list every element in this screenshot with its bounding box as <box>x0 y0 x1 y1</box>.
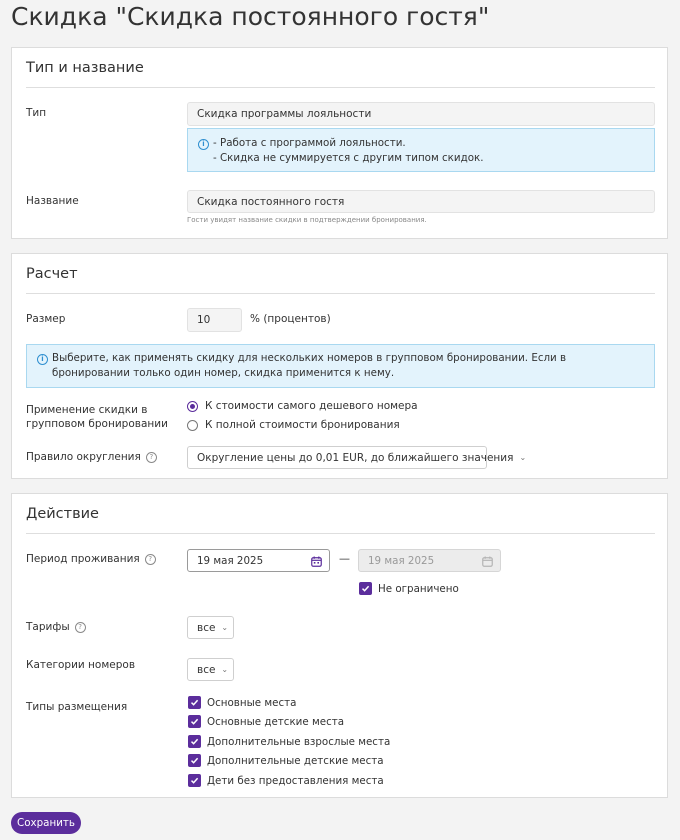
page-title: Скидка "Скидка постоянного гостя" <box>11 2 490 31</box>
divider <box>26 533 655 534</box>
info-icon: i <box>198 139 209 150</box>
checkbox-main-child-places[interactable]: Основные детские места <box>188 715 344 728</box>
checkbox-label: Дополнительные взрослые места <box>207 735 391 748</box>
radio-button-checked[interactable] <box>187 400 198 412</box>
radio-cheapest-room[interactable]: К стоимости самого дешевого номера <box>187 400 418 412</box>
date-separator: — <box>339 552 350 565</box>
type-name-card: Тип и название Тип Скидка программы лоял… <box>11 47 668 239</box>
room-categories-value: все <box>197 663 216 676</box>
name-input[interactable]: Скидка постоянного гостя <box>187 190 655 213</box>
unlimited-label: Не ограничено <box>378 582 459 595</box>
chevron-down-icon: ⌄ <box>519 453 527 462</box>
radio-label: К полной стоимости бронирования <box>205 419 400 431</box>
checkbox-checked[interactable] <box>188 774 201 787</box>
group-info-text: Выберите, как применять скидку для неско… <box>52 352 567 379</box>
help-icon[interactable]: ? <box>74 622 86 633</box>
name-hint: Гости увидят название скидки в подтвержд… <box>187 216 427 224</box>
check-icon <box>190 718 199 725</box>
size-unit: % (процентов) <box>250 313 331 325</box>
accommodation-types-label: Типы размещения <box>26 701 128 713</box>
checkbox-label: Дополнительные детские места <box>207 754 384 767</box>
unlimited-checkbox[interactable]: Не ограничено <box>359 582 459 595</box>
divider <box>26 87 655 88</box>
type-info-box: i - Работа с программой лояльности. - Ск… <box>187 128 655 172</box>
info-line-2: - Скидка не суммируется с другим типом с… <box>213 152 484 164</box>
rounding-select[interactable]: Округление цены до 0,01 EUR, до ближайше… <box>187 446 526 469</box>
type-field: Скидка программы лояльности <box>187 102 655 126</box>
stay-period-label-text: Период проживания <box>26 553 140 565</box>
save-button[interactable]: Сохранить <box>11 812 81 834</box>
checkbox-label: Основные места <box>207 696 297 709</box>
rounding-value: Округление цены до 0,01 EUR, до ближайше… <box>197 451 514 464</box>
chevron-down-icon: ⌄ <box>221 623 229 632</box>
tariffs-select[interactable]: все ⌄ <box>187 616 234 639</box>
checkbox-extra-child-places[interactable]: Дополнительные детские места <box>188 754 384 767</box>
help-icon[interactable]: ? <box>144 554 156 565</box>
tariffs-label: Тарифы? <box>26 620 86 634</box>
chevron-down-icon: ⌄ <box>221 665 229 674</box>
rounding-label-text: Правило округления <box>26 451 141 463</box>
check-icon <box>190 777 199 784</box>
calendar-icon <box>482 556 493 567</box>
date-from-input[interactable]: 19 мая 2025 <box>187 549 330 572</box>
checkbox-checked[interactable] <box>359 582 372 595</box>
check-icon <box>190 757 199 764</box>
checkbox-label: Дети без предоставления места <box>207 774 384 787</box>
type-label: Тип <box>26 107 47 119</box>
rounding-label: Правило округления? <box>26 450 157 464</box>
room-categories-label: Категории номеров <box>26 659 136 671</box>
divider <box>26 293 655 294</box>
check-icon <box>190 699 199 706</box>
radio-button[interactable] <box>187 419 198 431</box>
action-card: Действие Период проживания? 19 мая 2025 … <box>11 493 668 798</box>
check-icon <box>190 738 199 745</box>
group-application-label: Применение скидки в групповом бронирован… <box>26 404 168 430</box>
type-value: Скидка программы лояльности <box>197 108 372 120</box>
group-info-box: i Выберите, как применять скидку для нес… <box>26 344 655 388</box>
name-label: Название <box>26 195 79 207</box>
card-title-action: Действие <box>26 506 99 522</box>
date-from-value: 19 мая 2025 <box>197 554 264 567</box>
checkbox-checked[interactable] <box>188 715 201 728</box>
card-title-type-name: Тип и название <box>26 60 144 76</box>
check-icon <box>361 585 370 592</box>
info-line-1: - Работа с программой лояльности. <box>213 137 406 149</box>
radio-full-booking[interactable]: К полной стоимости бронирования <box>187 419 400 431</box>
size-value: 10 <box>197 314 211 326</box>
calculation-card: Расчет Размер 10 % (процентов) i Выберит… <box>11 253 668 479</box>
checkbox-extra-adult-places[interactable]: Дополнительные взрослые места <box>188 735 390 748</box>
date-to-input: 19 мая 2025 <box>358 549 501 572</box>
card-title-calculation: Расчет <box>26 266 78 282</box>
checkbox-checked[interactable] <box>188 735 201 748</box>
name-value: Скидка постоянного гостя <box>197 195 345 208</box>
calendar-icon <box>311 556 322 567</box>
checkbox-checked[interactable] <box>188 754 201 767</box>
tariffs-label-text: Тарифы <box>26 621 70 633</box>
checkbox-children-no-place[interactable]: Дети без предоставления места <box>188 774 384 787</box>
size-input[interactable]: 10 <box>187 308 242 332</box>
info-icon: i <box>37 354 48 365</box>
checkbox-label: Основные детские места <box>207 715 345 728</box>
radio-label: К стоимости самого дешевого номера <box>205 400 418 412</box>
tariffs-value: все <box>197 621 216 634</box>
checkbox-checked[interactable] <box>188 696 201 709</box>
stay-period-label: Период проживания? <box>26 552 156 566</box>
room-categories-select[interactable]: все ⌄ <box>187 658 234 681</box>
size-label: Размер <box>26 313 66 325</box>
date-to-value: 19 мая 2025 <box>368 554 435 567</box>
help-icon[interactable]: ? <box>145 452 157 463</box>
checkbox-main-places[interactable]: Основные места <box>188 696 296 709</box>
